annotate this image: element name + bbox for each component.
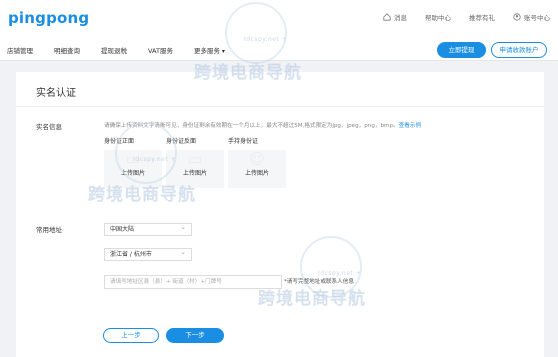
- top-link-label: 账号中心: [524, 14, 550, 22]
- verification-card: 实名认证 实名信息 请确保上传资料文字清晰可见，身份证剩余有效期在一个月以上，最…: [16, 72, 544, 357]
- top-link-label: 消息: [394, 14, 407, 22]
- top-link-referral[interactable]: 推荐有礼: [469, 12, 495, 22]
- id-card-back-icon: ▭: [187, 150, 203, 168]
- address-detail-input[interactable]: 请填写地址区县（县）+ 街道（村）+门牌号: [104, 275, 282, 289]
- nav-item-details[interactable]: 明细查询: [54, 45, 80, 55]
- country-select[interactable]: 中国大陆: [104, 222, 192, 236]
- page-title: 实名认证: [36, 88, 76, 99]
- address-note: *请写完整地址或联系人信息: [284, 279, 354, 285]
- upload-button-label: 上传图片: [182, 170, 207, 177]
- upload-hint: 请确保上传资料文字清晰可见，身份证剩余有效期在一个月以上，最大不超过5M,格式限…: [104, 121, 421, 129]
- nav-item-vat[interactable]: VAT服务: [148, 45, 173, 55]
- apply-account-button[interactable]: 申请收款账户: [491, 42, 547, 58]
- top-bar: pingpong 消息 帮助中心 推荐有礼 账号中心: [0, 0, 558, 38]
- divider: [16, 106, 544, 107]
- upload-caption-front: 身份证正面: [104, 138, 135, 145]
- upload-button-label: 上传图片: [120, 170, 145, 177]
- id-card-front-icon: ▭: [125, 150, 141, 168]
- home-icon: [383, 13, 391, 21]
- top-link-help[interactable]: 帮助中心: [425, 12, 451, 22]
- upload-back[interactable]: ▭ 上传图片: [166, 150, 224, 188]
- id-section-label: 实名信息: [36, 123, 62, 131]
- user-icon: [513, 13, 521, 21]
- person-id-icon: ☺: [249, 150, 265, 168]
- upload-caption-back: 身份证反面: [166, 138, 197, 145]
- logo[interactable]: pingpong: [8, 9, 89, 27]
- withdraw-button[interactable]: 立即提现: [437, 42, 486, 58]
- nav-item-store[interactable]: 店铺管理: [7, 45, 33, 55]
- top-link-account[interactable]: 账号中心: [513, 12, 550, 22]
- region-select[interactable]: 浙江省 / 杭州市: [104, 247, 192, 261]
- next-step-button[interactable]: 下一步: [166, 328, 224, 343]
- top-link-label: 推荐有礼: [469, 14, 495, 22]
- upload-front[interactable]: ▭ 上传图片: [104, 150, 162, 188]
- prev-step-button[interactable]: 上一步: [103, 328, 159, 343]
- upload-hint-text: 请确保上传资料文字清晰可见，身份证剩余有效期在一个月以上，最大不超过5M,格式限…: [104, 123, 399, 129]
- address-section-label: 常用地址: [36, 226, 62, 234]
- nav-item-more[interactable]: 更多服务: [194, 45, 225, 55]
- view-example-link[interactable]: 查看示例: [399, 123, 421, 129]
- nav-item-withdraw-refund[interactable]: 提现退税: [101, 45, 127, 55]
- top-link-label: 帮助中心: [425, 14, 451, 22]
- main-nav: 店铺管理 明细查询 提现退税 VAT服务 更多服务: [7, 45, 225, 55]
- upload-button-label: 上传图片: [244, 170, 269, 177]
- top-link-messages[interactable]: 消息: [383, 12, 407, 22]
- upload-caption-handheld: 手持身份证: [228, 138, 259, 145]
- top-links: 消息 帮助中心 推荐有礼 账号中心: [383, 12, 550, 22]
- upload-handheld[interactable]: ☺ 上传图片: [228, 150, 286, 188]
